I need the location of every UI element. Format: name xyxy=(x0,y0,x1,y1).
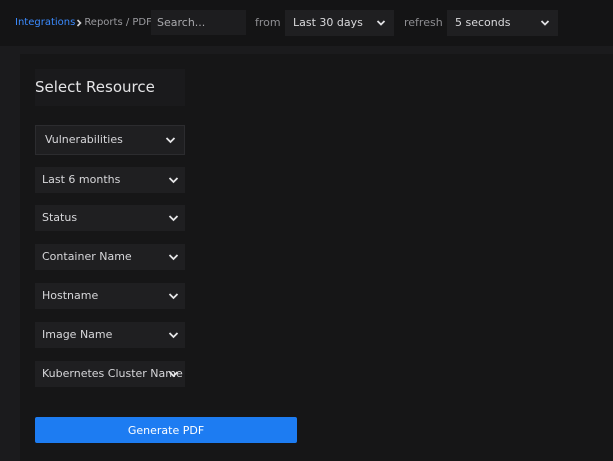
container-name-value: Container Name xyxy=(42,250,132,263)
chevron-down-icon xyxy=(168,254,179,261)
image-name-select[interactable]: Image Name xyxy=(35,322,185,348)
breadcrumb: Integrations Reports / PDF xyxy=(15,16,152,30)
refresh-interval-select[interactable]: 5 seconds xyxy=(447,10,558,36)
time-range-value: Last 30 days xyxy=(293,16,363,29)
chevron-down-icon xyxy=(168,332,179,339)
hostname-select[interactable]: Hostname xyxy=(35,283,185,309)
panel-title: Select Resource xyxy=(35,69,185,106)
container-name-select[interactable]: Container Name xyxy=(35,244,185,270)
time-range-select[interactable]: Last 30 days xyxy=(285,10,394,36)
resource-type-select[interactable]: Vulnerabilities xyxy=(35,125,185,155)
time-range-label: from xyxy=(255,16,281,29)
chevron-down-icon xyxy=(165,137,176,144)
period-select[interactable]: Last 6 months xyxy=(35,167,185,193)
chevron-down-icon xyxy=(376,20,386,26)
chevron-down-icon xyxy=(540,20,550,26)
search-input[interactable] xyxy=(151,10,246,35)
period-value: Last 6 months xyxy=(42,173,121,186)
chevron-down-icon xyxy=(168,215,179,222)
resource-type-value: Vulnerabilities xyxy=(45,133,123,146)
breadcrumb-integrations-link[interactable]: Integrations xyxy=(15,17,75,28)
status-value: Status xyxy=(42,211,78,224)
breadcrumb-current: Reports / PDF xyxy=(84,17,152,28)
refresh-label: refresh xyxy=(404,16,443,29)
chevron-right-icon xyxy=(75,16,84,30)
kubernetes-cluster-name-select[interactable]: Kubernetes Cluster Name xyxy=(35,361,185,387)
status-select[interactable]: Status xyxy=(35,205,185,231)
top-bar: Integrations Reports / PDF from Last 30 d… xyxy=(0,0,613,46)
refresh-interval-value: 5 seconds xyxy=(455,16,511,29)
hostname-value: Hostname xyxy=(42,289,99,302)
image-name-value: Image Name xyxy=(42,328,113,341)
chevron-down-icon xyxy=(168,177,179,184)
chevron-down-icon xyxy=(168,293,179,300)
generate-pdf-button[interactable]: Generate PDF xyxy=(35,417,297,443)
chevron-down-icon xyxy=(168,371,179,378)
kubernetes-cluster-name-value: Kubernetes Cluster Name xyxy=(42,367,183,380)
